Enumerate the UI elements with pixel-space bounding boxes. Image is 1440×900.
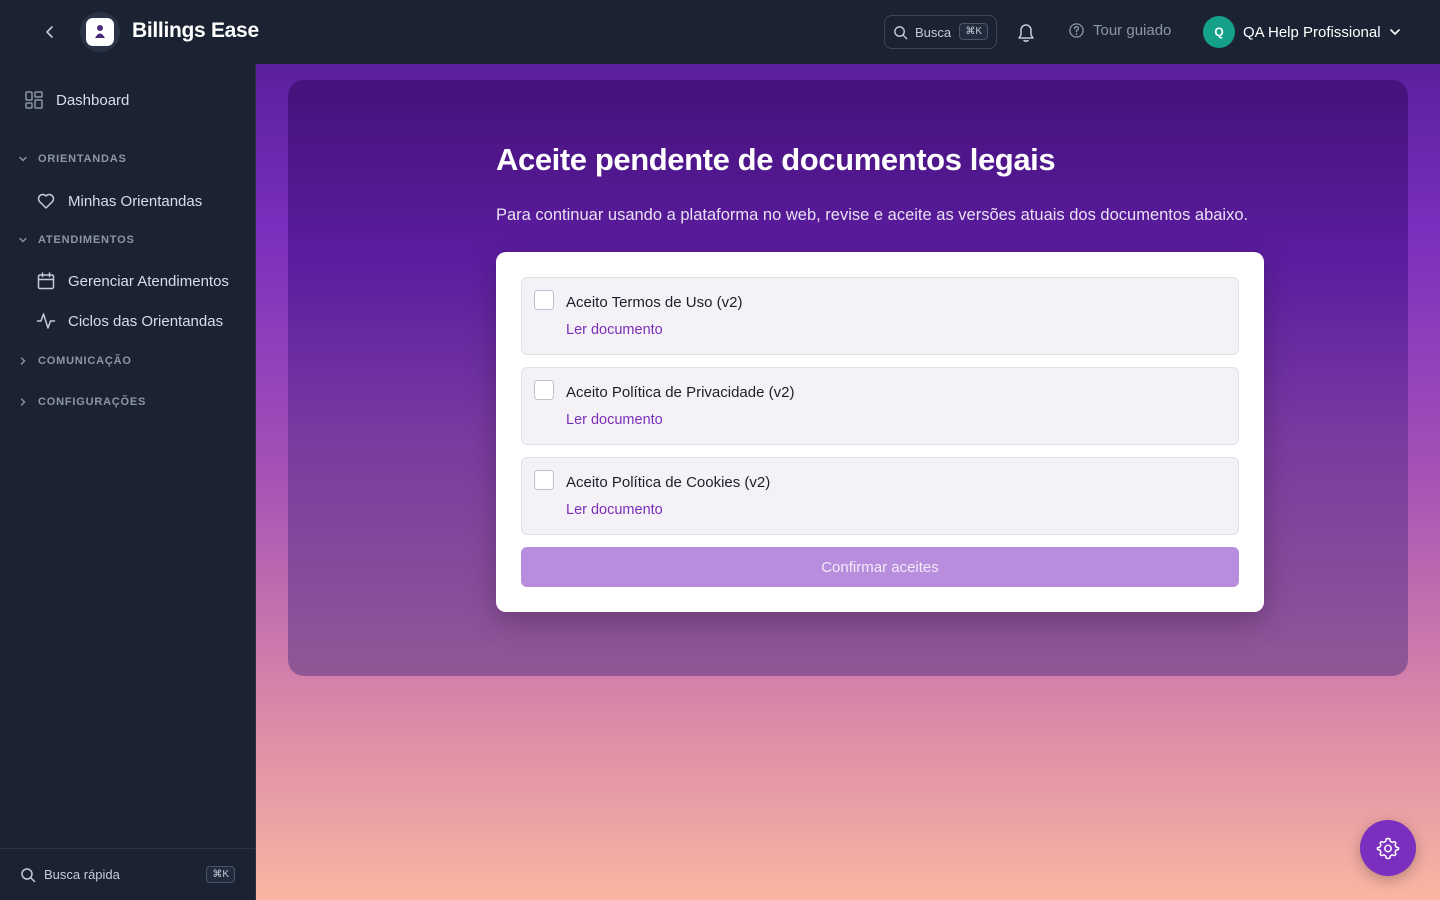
search-icon <box>894 25 908 39</box>
section-configuracoes[interactable]: CONFIGURAÇÕES <box>18 396 146 408</box>
section-comunicacao[interactable]: COMUNICAÇÃO <box>18 355 132 367</box>
sidebar-item-dashboard[interactable]: Dashboard <box>24 90 129 110</box>
sidebar-item-label: Minhas Orientandas <box>68 192 203 210</box>
read-document-link[interactable]: Ler documento <box>566 412 663 428</box>
document-label: Aceito Termos de Uso (v2) <box>566 294 743 311</box>
sidebar: Dashboard ORIENTANDAS Minhas Orientandas… <box>0 64 256 900</box>
cookies-checkbox[interactable] <box>534 470 554 490</box>
section-label: COMUNICAÇÃO <box>38 355 132 367</box>
main-content: Aceite pendente de documentos legais Par… <box>256 64 1440 900</box>
heart-icon <box>37 193 55 209</box>
help-circle-icon <box>1069 23 1084 38</box>
chevron-down-icon <box>1389 29 1400 35</box>
sidebar-item-label: Ciclos das Orientandas <box>68 312 224 330</box>
top-bar: Billings Ease Busca ⌘K Tour guiado Q QA … <box>0 0 1440 64</box>
section-label: CONFIGURAÇÕES <box>38 396 147 408</box>
quick-search-button[interactable]: Busca rápida ⌘K <box>0 848 256 900</box>
section-label: ORIENTANDAS <box>38 153 127 165</box>
app-logo[interactable] <box>80 12 120 52</box>
section-orientandas[interactable]: ORIENTANDAS <box>18 153 127 165</box>
guided-tour-button[interactable]: Tour guiado <box>1068 22 1171 39</box>
logo-icon <box>95 25 105 38</box>
section-label: ATENDIMENTOS <box>38 234 135 246</box>
terms-checkbox[interactable] <box>534 290 554 310</box>
sidebar-item-gerenciar-atendimentos[interactable]: Gerenciar Atendimentos <box>36 271 229 291</box>
page-subtitle: Para continuar usando a plataforma no we… <box>496 206 1249 224</box>
sidebar-item-ciclos-orientandas[interactable]: Ciclos das Orientandas <box>36 311 223 331</box>
tour-label: Tour guiado <box>1093 22 1172 39</box>
brand-name: Billings Ease <box>132 19 259 42</box>
user-menu[interactable]: Q QA Help Profissional <box>1203 16 1401 48</box>
document-label: Aceito Política de Cookies (v2) <box>566 474 771 491</box>
legal-acceptance-panel: Aceite pendente de documentos legais Par… <box>288 80 1408 676</box>
avatar: Q <box>1203 16 1235 48</box>
confirm-button[interactable]: Confirmar aceites <box>521 547 1239 587</box>
sidebar-item-label: Dashboard <box>56 91 130 109</box>
search-icon <box>21 867 36 882</box>
read-document-link[interactable]: Ler documento <box>566 322 663 338</box>
privacy-checkbox[interactable] <box>534 380 554 400</box>
search-button[interactable]: Busca ⌘K <box>884 15 997 49</box>
user-name: QA Help Profissional <box>1243 23 1381 41</box>
calendar-icon <box>37 272 55 290</box>
activity-icon <box>36 313 56 329</box>
search-label: Busca <box>915 24 952 40</box>
document-label: Aceito Política de Privacidade (v2) <box>566 384 795 401</box>
document-item-cookies: Aceito Política de Cookies (v2) Ler docu… <box>521 457 1239 535</box>
chevron-down-icon <box>19 237 27 243</box>
document-item-terms: Aceito Termos de Uso (v2) Ler documento <box>521 277 1239 355</box>
section-atendimentos[interactable]: ATENDIMENTOS <box>18 234 135 246</box>
sidebar-item-label: Gerenciar Atendimentos <box>68 272 229 290</box>
chevron-right-icon <box>20 357 26 365</box>
chevron-down-icon <box>19 156 27 162</box>
settings-fab-button[interactable] <box>1360 820 1416 876</box>
sidebar-item-minhas-orientandas[interactable]: Minhas Orientandas <box>36 191 202 211</box>
search-shortcut: ⌘K <box>959 23 988 40</box>
back-button[interactable] <box>36 18 64 46</box>
page-title: Aceite pendente de documentos legais <box>496 142 1056 177</box>
quick-search-label: Busca rápida <box>44 867 120 882</box>
dashboard-icon <box>25 91 43 109</box>
documents-card: Aceito Termos de Uso (v2) Ler documento … <box>496 252 1264 612</box>
bell-icon <box>1018 24 1034 42</box>
quick-search-shortcut: ⌘K <box>206 866 235 883</box>
document-item-privacy: Aceito Política de Privacidade (v2) Ler … <box>521 367 1239 445</box>
read-document-link[interactable]: Ler documento <box>566 502 663 518</box>
gear-icon <box>1376 837 1400 860</box>
chevron-right-icon <box>20 398 26 406</box>
chevron-left-icon <box>46 26 53 38</box>
notifications-button[interactable] <box>1016 21 1036 48</box>
